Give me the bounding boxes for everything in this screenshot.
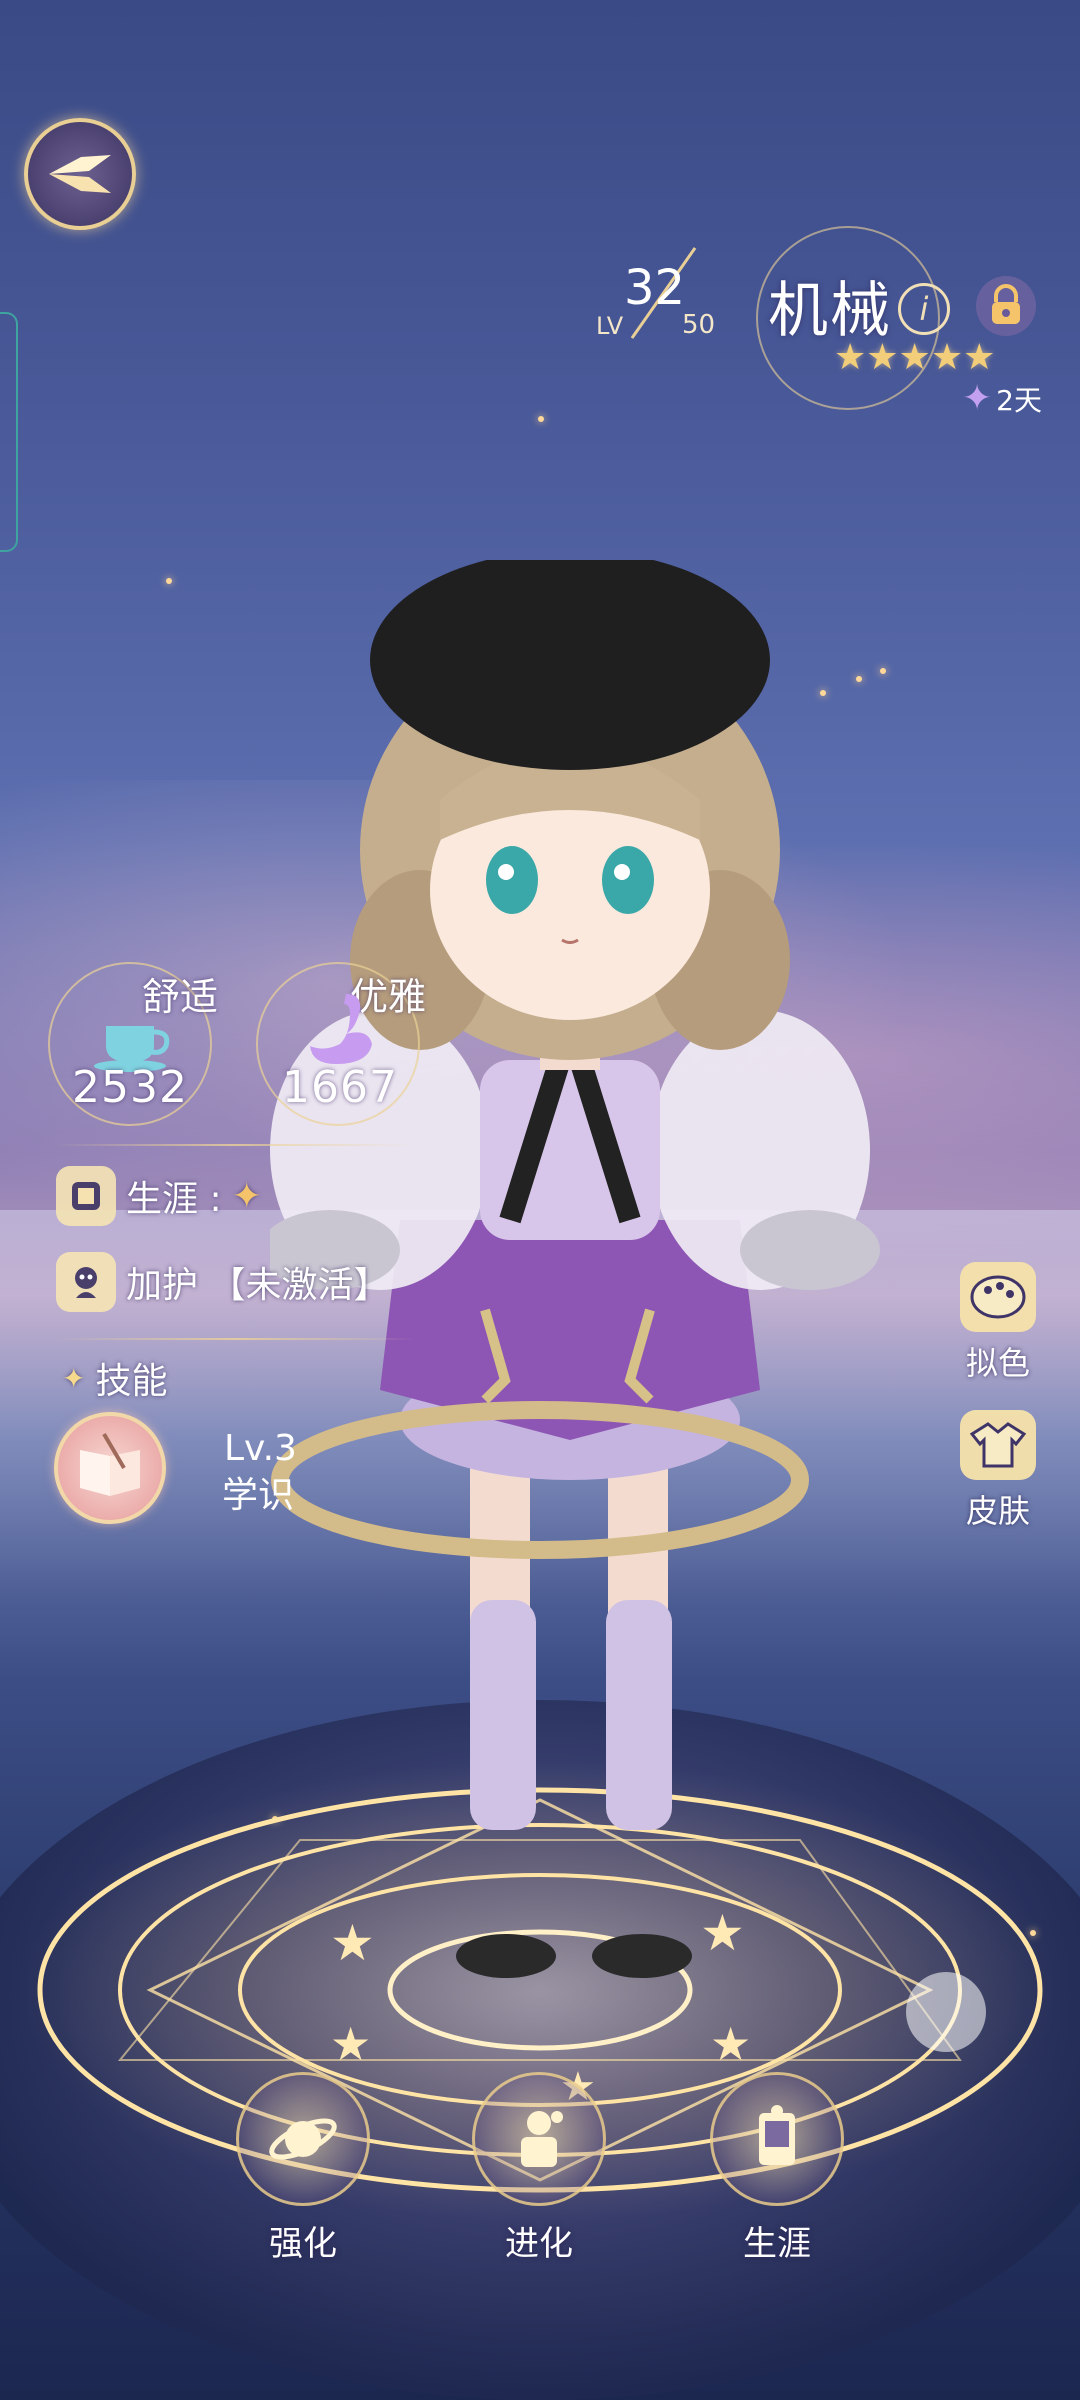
lock-button[interactable] [976, 276, 1036, 336]
days-badge: ✦ 2天 [962, 378, 1042, 419]
skill-level: Lv.3 [224, 1428, 297, 1469]
evolve-icon [472, 2072, 606, 2206]
back-wing-icon [49, 155, 111, 193]
info-button[interactable]: i [898, 283, 950, 335]
level-label: LV [596, 312, 624, 340]
svg-text:★: ★ [330, 2017, 371, 2071]
stat-value: 1667 [282, 1062, 398, 1113]
section-divider [54, 1338, 414, 1340]
swan-icon [310, 994, 372, 1064]
stat-comfort: 舒适 2532 [48, 962, 218, 1132]
svg-text:★: ★ [710, 2017, 751, 2071]
side-drawer-tab[interactable] [0, 312, 18, 552]
game-screen: ★ ★ ★ ★ ★ 32 LV 50 机械 i ★★★★★ ✦ 2天 [0, 0, 1080, 2400]
skill-name: 学识 [222, 1475, 295, 1516]
enhance-label: 强化 [269, 2224, 337, 2264]
outfit-icon [960, 1410, 1036, 1480]
level-max: 50 [682, 310, 716, 340]
blessing-row[interactable]: 加护 【未激活】 [56, 1252, 389, 1312]
sparkle [166, 578, 172, 584]
diamond-bullet-icon: ✦ [62, 1361, 86, 1395]
skin-button[interactable]: 皮肤 [938, 1410, 1058, 1532]
recolor-label: 拟色 [965, 1344, 1030, 1382]
skills-header: ✦ 技能 [62, 1352, 167, 1404]
career-button[interactable]: 生涯 [702, 2072, 852, 2265]
diamond-icon: ✦ [962, 378, 993, 419]
character-name: 机械 [768, 276, 892, 346]
career-label-bottom: 生涯 [743, 2224, 811, 2264]
skill-book-button[interactable] [54, 1412, 166, 1524]
blessing-label: 加护 【未激活】 [126, 1265, 390, 1306]
stat-label: 舒适 [142, 975, 219, 1019]
evolve-button[interactable]: 进化 [464, 2072, 614, 2265]
career-label: 生涯 : [126, 1179, 222, 1220]
star-rating: ★★★★★ [834, 337, 996, 378]
sparkle-icon: ✦ [231, 1175, 262, 1217]
career-row[interactable]: 生涯 : ✦ [56, 1166, 262, 1226]
rarity-stars: ★★★★★ [834, 340, 995, 376]
enhance-button[interactable]: 强化 [228, 2072, 378, 2265]
spirit-icon [56, 1252, 116, 1312]
career-book-icon [710, 2072, 844, 2206]
level-display: 32 LV 50 [596, 232, 736, 342]
back-button[interactable] [24, 118, 136, 230]
planet-icon [236, 2072, 370, 2206]
recolor-button[interactable]: 拟色 [938, 1262, 1058, 1384]
level-current: 32 [624, 260, 686, 316]
career-badge-icon [56, 1166, 116, 1226]
info-icon: i [919, 290, 929, 328]
skills-label: 技能 [95, 1361, 168, 1402]
book-icon [80, 1432, 140, 1496]
palette-icon [960, 1262, 1036, 1332]
evolve-label: 进化 [505, 2224, 573, 2264]
sparkle [538, 416, 544, 422]
stat-value: 2532 [72, 1062, 188, 1113]
stat-elegance: 优雅 1667 [256, 962, 426, 1132]
days-label: 2天 [996, 383, 1042, 417]
lock-icon [992, 284, 1020, 324]
section-divider [54, 1144, 414, 1146]
skin-label: 皮肤 [965, 1492, 1030, 1530]
